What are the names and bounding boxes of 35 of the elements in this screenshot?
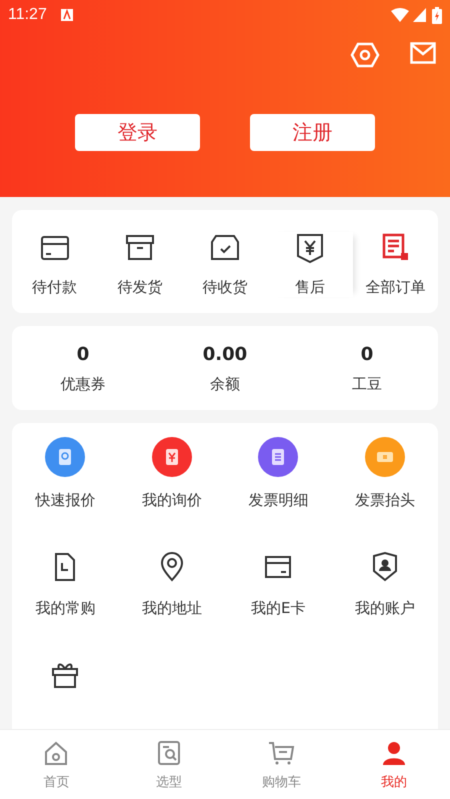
tab[interactable]: 首页	[0, 730, 112, 799]
mail-icon[interactable]	[410, 42, 436, 64]
asset-value: 0.00	[202, 344, 248, 365]
service-label[interactable]: 我的询价	[142, 491, 202, 510]
order-status-label[interactable]: 售后	[295, 278, 326, 297]
tab[interactable]: 选型	[112, 730, 225, 799]
service-label[interactable]: 我的E卡	[251, 599, 306, 618]
yen-document-icon[interactable]	[152, 437, 192, 477]
order-status-label[interactable]: 待付款	[32, 278, 78, 297]
notification-icon	[60, 9, 73, 21]
asset-label[interactable]: 优惠券	[60, 375, 106, 394]
asset-value: 0	[76, 344, 90, 365]
service-label[interactable]: 我的地址	[142, 599, 202, 618]
asset-label[interactable]: 工豆	[352, 375, 382, 394]
asset-label[interactable]: 余额	[210, 375, 240, 394]
service-label[interactable]: 我的账户	[354, 599, 415, 618]
asset-value: 0	[360, 344, 374, 365]
search-document-icon[interactable]	[45, 437, 86, 477]
tab[interactable]: 我的	[338, 730, 450, 799]
register-button[interactable]: 注册	[250, 114, 375, 151]
signal-icon	[413, 8, 426, 22]
wifi-icon	[391, 8, 409, 22]
order-status-label[interactable]: 待发货	[117, 278, 162, 297]
tab[interactable]: 购物车	[225, 730, 338, 799]
list-document-icon[interactable]	[258, 437, 298, 477]
service-label[interactable]: 我的常购	[35, 599, 96, 618]
status-time: 11:27	[8, 6, 47, 24]
service-label[interactable]: 发票明细	[248, 491, 308, 510]
service-label[interactable]: 发票抬头	[354, 491, 415, 510]
order-status-label[interactable]: 全部订单	[365, 278, 426, 297]
login-button[interactable]: 登录	[75, 114, 200, 151]
order-status-label[interactable]: 待收货	[202, 278, 248, 297]
settings-icon[interactable]	[350, 42, 380, 68]
battery-icon	[432, 6, 442, 24]
service-label[interactable]: 快速报价	[35, 491, 96, 510]
